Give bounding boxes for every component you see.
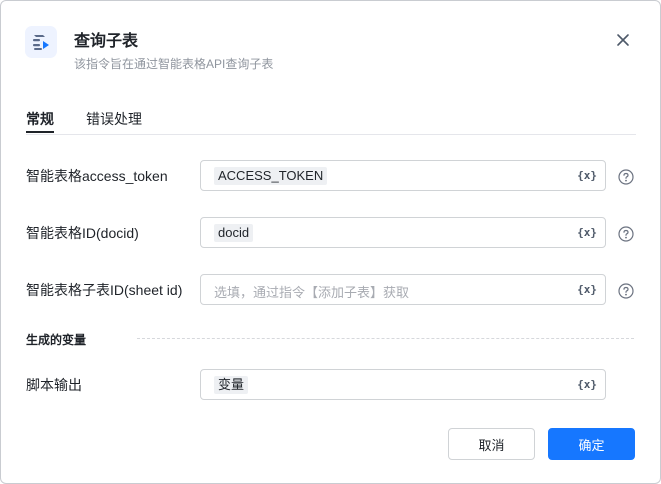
tab-bar: 常规 错误处理 bbox=[26, 109, 636, 135]
table-query-icon bbox=[25, 26, 57, 58]
confirm-button[interactable]: 确定 bbox=[548, 428, 635, 460]
variable-insert-icon[interactable]: {x} bbox=[577, 226, 597, 239]
close-icon[interactable] bbox=[613, 30, 633, 50]
dialog-subtitle: 该指令旨在通过智能表格API查询子表 bbox=[74, 57, 274, 71]
access-token-input[interactable]: ACCESS_TOKEN {x} bbox=[200, 160, 606, 191]
dialog: 查询子表 该指令旨在通过智能表格API查询子表 常规 错误处理 智能表格acce… bbox=[0, 0, 661, 484]
sheet-id-label: 智能表格子表ID(sheet id) bbox=[26, 282, 183, 298]
dialog-title: 查询子表 bbox=[74, 33, 139, 50]
section-divider bbox=[137, 338, 634, 339]
variable-insert-icon[interactable]: {x} bbox=[577, 283, 597, 296]
help-icon[interactable] bbox=[618, 169, 634, 185]
sheet-id-placeholder: 选填，通过指令【添加子表】获取 bbox=[214, 285, 410, 300]
script-output-value: 变量 bbox=[214, 376, 249, 394]
access-token-value: ACCESS_TOKEN bbox=[214, 167, 328, 185]
docid-value: docid bbox=[214, 224, 254, 242]
docid-input[interactable]: docid {x} bbox=[200, 217, 606, 248]
tab-general[interactable]: 常规 bbox=[26, 109, 54, 133]
sheet-id-input[interactable]: 选填，通过指令【添加子表】获取 {x} bbox=[200, 274, 606, 305]
access-token-label: 智能表格access_token bbox=[26, 168, 168, 184]
help-icon[interactable] bbox=[618, 226, 634, 242]
variable-insert-icon[interactable]: {x} bbox=[577, 378, 597, 391]
docid-label: 智能表格ID(docid) bbox=[26, 225, 139, 241]
output-section-title: 生成的变量 bbox=[26, 333, 87, 347]
script-output-input[interactable]: 变量 {x} bbox=[200, 369, 606, 400]
variable-insert-icon[interactable]: {x} bbox=[577, 169, 597, 182]
tab-error-handling[interactable]: 错误处理 bbox=[86, 109, 142, 129]
help-icon[interactable] bbox=[618, 283, 634, 299]
cancel-button[interactable]: 取消 bbox=[448, 428, 535, 460]
script-output-label: 脚本输出 bbox=[26, 377, 82, 393]
